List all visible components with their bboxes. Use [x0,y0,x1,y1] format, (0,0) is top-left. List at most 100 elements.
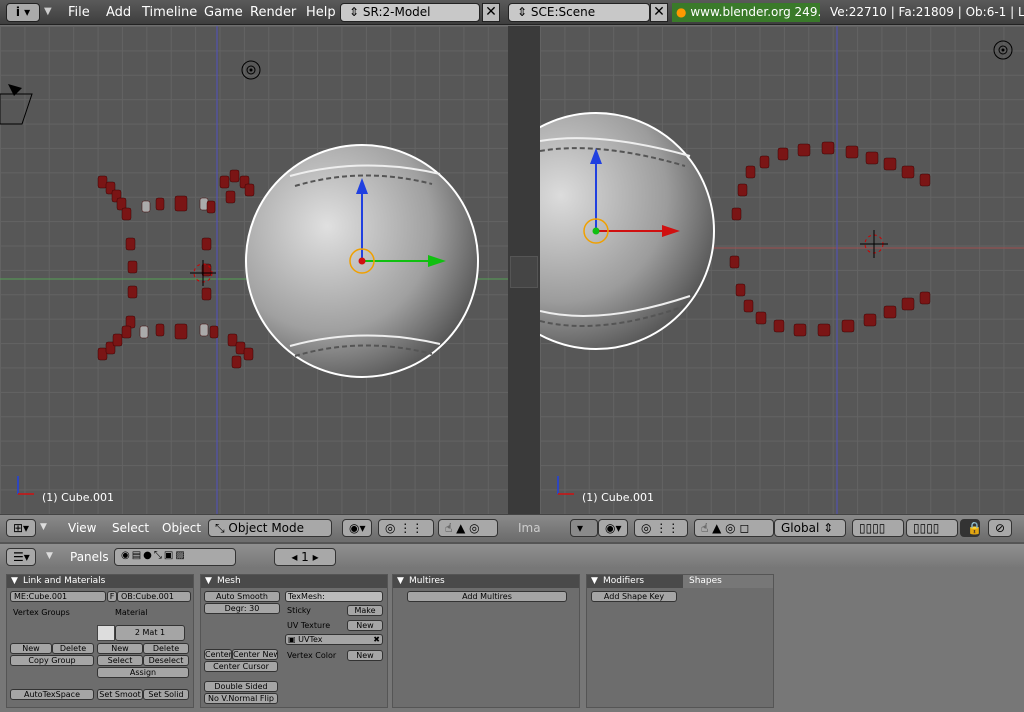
material-assign-button[interactable]: Assign [97,667,189,678]
scene-stats: Ve:22710 | Fa:21809 | Ob:6-1 | L [830,5,1024,19]
link-icon[interactable]: ⊘ [988,519,1012,537]
left-viewport-scene [0,26,508,514]
material-index-field[interactable]: 2 Mat 1 [115,625,185,641]
link-materials-panel: ▼ Link and Materials ME:Cube.001 F OB:Cub… [6,574,194,708]
uvtex-layer[interactable]: ▣ UVTex ✖ [285,634,383,645]
menu-game[interactable]: Game [204,5,243,20]
autotexspace-button[interactable]: AutoTexSpace [10,689,94,700]
panel-collapse-icon[interactable]: ▼ [11,576,18,586]
set-smooth-button[interactable]: Set Smoot [97,689,143,700]
stitches-object [97,169,255,369]
right-view-header: Ima ▾ ◉▾ ◎ ⋮⋮ ☝ ▲ ◎ ◻ Global ⇕ ▯▯▯▯ ▯▯▯▯… [508,514,1024,540]
vgroup-new-button[interactable]: New [10,643,52,654]
set-solid-button[interactable]: Set Solid [143,689,189,700]
modifiers-tab[interactable]: Modifiers [603,576,644,586]
mesh-name-field[interactable]: ME:Cube.001 [10,591,106,602]
orientation-selector[interactable]: Global ⇕ [774,519,846,537]
menu-render[interactable]: Render [250,5,296,20]
buttons-collapse-icon[interactable]: ▼ [46,551,53,561]
vc-new-button[interactable]: New [347,650,383,661]
camera-icon [0,93,33,125]
auto-smooth-button[interactable]: Auto Smooth [204,591,280,602]
left-3d-viewport[interactable]: (1) Cube.001 [0,26,508,514]
buttons-header: ☰▾ ▼ Panels ◉▤●⤡▣▨ ◂ 1 ▸ [0,544,1024,568]
layers-icon-2[interactable]: ▯▯▯▯ [906,519,958,537]
menu-collapse-icon[interactable]: ▼ [44,6,52,17]
editor-type-icon[interactable]: ⊞▾ [6,519,36,537]
link-materials-title-text: Link and Materials [23,576,106,586]
blender-logo-icon: ● [676,5,687,19]
shapes-tab[interactable]: Shapes [683,575,773,588]
fake-user-button[interactable]: F [107,591,117,602]
info-icon[interactable]: i ▾ [6,3,40,22]
view-menu[interactable]: View [68,521,96,535]
mode-selector[interactable]: ⤡ Object Mode [208,519,332,537]
screen-selector[interactable]: ⇕ SR:2-Model [340,3,480,22]
context-icons[interactable]: ◉▤●⤡▣▨ [114,548,236,566]
menu-add[interactable]: Add [106,5,131,20]
material-delete-button[interactable]: Delete [143,643,189,654]
material-deselect-button[interactable]: Deselect [143,655,189,666]
scene-name: SCE:Scene [530,5,596,19]
uvtex-delete-icon[interactable]: ✖ [373,635,380,644]
lock-icon[interactable]: 🔒 [960,519,982,537]
ima-label: Ima [518,521,541,535]
sticky-make-button[interactable]: Make [347,605,383,616]
center-cursor-button[interactable]: Center Cursor [204,661,278,672]
degr-field[interactable]: Degr: 30 [204,603,280,614]
mesh-panel: ▼ Mesh Auto Smooth TexMesh: Degr: 30 Stic… [200,574,388,708]
uvtex-icon: ▣ [288,635,299,644]
uv-new-button[interactable]: New [347,620,383,631]
panels-label: Panels [70,550,109,564]
texmesh-field[interactable]: TexMesh: [285,591,383,602]
frame-field[interactable]: ◂ 1 ▸ [274,548,336,566]
left-object-label: (1) Cube.001 [42,491,114,504]
right-3d-viewport[interactable]: (1) Cube.001 [540,26,1024,514]
manipulator-icons-right[interactable]: ☝ ▲ ◎ ◻ [694,519,774,537]
mesh-title-text: Mesh [217,576,241,586]
double-sided-button[interactable]: Double Sided [204,681,278,692]
add-multires-button[interactable]: Add Multires [407,591,567,602]
pivot-icon[interactable]: ◎ ⋮⋮ [378,519,434,537]
menu-file[interactable]: File [68,5,90,20]
draw-type-icon[interactable]: ◉▾ [342,519,372,537]
multires-title-text: Multires [409,576,445,586]
object-menu[interactable]: Object [162,521,201,535]
left-view-header: ⊞▾ ▼ View Select Object ⤡ Object Mode ◉▾… [0,514,508,540]
center-new-button[interactable]: Center New [232,649,278,660]
buttons-editor-type-icon[interactable]: ☰▾ [6,548,36,566]
uvtex-name: UVTex [298,635,323,644]
link-materials-title: ▼ Link and Materials [7,575,193,588]
draw-type-icon-right[interactable]: ◉▾ [598,519,628,537]
dropdown-icon[interactable]: ▾ [570,519,598,537]
pivot-icon-right[interactable]: ◎ ⋮⋮ [634,519,688,537]
center-button[interactable]: Center [204,649,232,660]
menu-timeline[interactable]: Timeline [142,5,197,20]
orientation-label: Global [781,521,820,535]
material-color-swatch[interactable] [97,625,115,641]
viewport-divider[interactable] [508,26,540,540]
collapse-icon[interactable]: ▼ [40,522,47,532]
website-text: www.blender.org 249.2 [690,5,820,19]
add-shape-key-button[interactable]: Add Shape Key [591,591,677,602]
material-select-button[interactable]: Select [97,655,143,666]
object-name-field[interactable]: OB:Cube.001 [117,591,191,602]
vgroup-delete-button[interactable]: Delete [52,643,94,654]
no-vnormal-flip-button[interactable]: No V.Normal Flip [204,693,278,704]
multires-collapse-icon[interactable]: ▼ [397,576,404,586]
mesh-collapse-icon[interactable]: ▼ [205,576,212,586]
select-menu[interactable]: Select [112,521,149,535]
modifiers-collapse-icon[interactable]: ▼ [591,576,598,586]
stitches-object-side [729,141,931,337]
buttons-window: ☰▾ ▼ Panels ◉▤●⤡▣▨ ◂ 1 ▸ ▼ Link and Mater… [0,542,1024,712]
material-count: 2 Mat 1 [134,628,166,637]
screen-close-icon[interactable]: ✕ [482,3,500,22]
manipulator-icons[interactable]: ☝ ▲ ◎ [438,519,498,537]
layers-icon[interactable]: ▯▯▯▯ [852,519,904,537]
scene-close-icon[interactable]: ✕ [650,3,668,22]
uv-texture-label: UV Texture [287,621,331,630]
scene-selector[interactable]: ⇕ SCE:Scene [508,3,650,22]
copy-group-button[interactable]: Copy Group [10,655,94,666]
material-new-button[interactable]: New [97,643,143,654]
menu-help[interactable]: Help [306,5,336,20]
